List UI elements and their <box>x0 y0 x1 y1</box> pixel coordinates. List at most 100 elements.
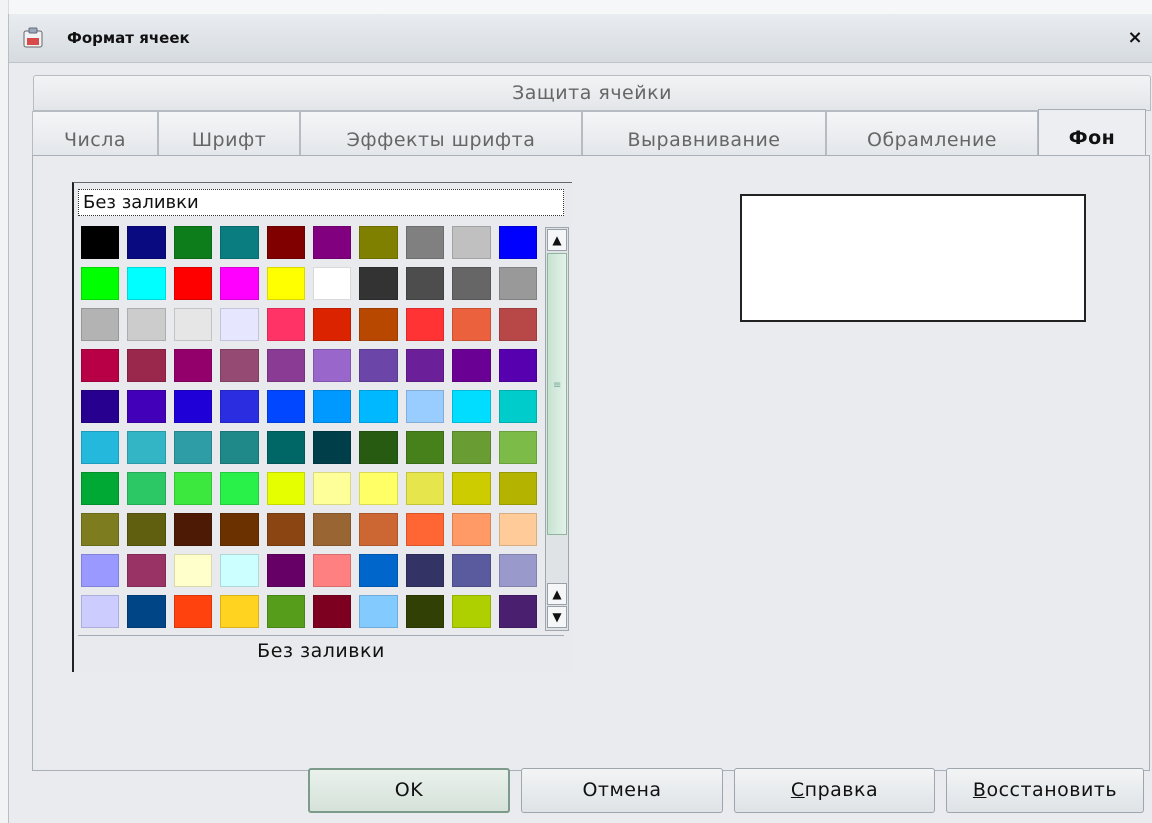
color-scrollbar[interactable]: ▲ ≡ ▲ ▼ <box>545 227 569 631</box>
color-swatch[interactable] <box>264 223 310 264</box>
color-swatch[interactable] <box>171 428 217 469</box>
color-swatch[interactable] <box>310 223 356 264</box>
color-swatch[interactable] <box>449 223 495 264</box>
tab-cell-protection[interactable]: Защита ячейки <box>33 75 1151 111</box>
color-swatch[interactable] <box>356 428 402 469</box>
color-swatch[interactable] <box>217 387 263 428</box>
tab-font[interactable]: Шрифт <box>158 111 300 157</box>
color-swatch[interactable] <box>496 223 542 264</box>
color-swatch[interactable] <box>124 387 170 428</box>
color-swatch[interactable] <box>403 223 449 264</box>
color-swatch[interactable] <box>403 387 449 428</box>
color-swatch[interactable] <box>264 428 310 469</box>
color-swatch[interactable] <box>449 305 495 346</box>
color-swatch[interactable] <box>78 428 124 469</box>
color-swatch[interactable] <box>78 346 124 387</box>
color-swatch[interactable] <box>449 428 495 469</box>
color-swatch[interactable] <box>217 551 263 592</box>
color-swatch[interactable] <box>124 305 170 346</box>
color-swatch[interactable] <box>264 551 310 592</box>
color-swatch[interactable] <box>356 223 402 264</box>
close-icon[interactable]: × <box>1123 26 1147 50</box>
color-swatch[interactable] <box>217 223 263 264</box>
color-swatch[interactable] <box>78 305 124 346</box>
color-swatch[interactable] <box>264 264 310 305</box>
color-swatch[interactable] <box>310 305 356 346</box>
color-swatch[interactable] <box>403 551 449 592</box>
color-swatch[interactable] <box>124 592 170 633</box>
color-swatch[interactable] <box>496 428 542 469</box>
color-swatch[interactable] <box>403 510 449 551</box>
color-swatch[interactable] <box>171 223 217 264</box>
color-swatch[interactable] <box>496 305 542 346</box>
color-swatch[interactable] <box>403 264 449 305</box>
color-swatch[interactable] <box>356 305 402 346</box>
scroll-up-icon[interactable]: ▲ <box>547 229 567 251</box>
scroll-thumb[interactable]: ≡ <box>547 253 567 535</box>
color-swatch[interactable] <box>124 346 170 387</box>
color-swatch[interactable] <box>496 469 542 510</box>
color-swatch[interactable] <box>449 387 495 428</box>
color-swatch[interactable] <box>310 387 356 428</box>
color-swatch[interactable] <box>356 469 402 510</box>
scroll-up-icon[interactable]: ▲ <box>547 583 567 605</box>
color-swatch[interactable] <box>171 510 217 551</box>
color-swatch[interactable] <box>217 469 263 510</box>
color-swatch[interactable] <box>356 346 402 387</box>
color-swatch[interactable] <box>496 551 542 592</box>
color-swatch[interactable] <box>124 264 170 305</box>
color-swatch[interactable] <box>171 551 217 592</box>
color-swatch[interactable] <box>496 264 542 305</box>
color-swatch[interactable] <box>124 223 170 264</box>
color-swatch[interactable] <box>496 592 542 633</box>
color-swatch[interactable] <box>171 387 217 428</box>
color-swatch[interactable] <box>403 346 449 387</box>
color-swatch[interactable] <box>171 264 217 305</box>
color-swatch[interactable] <box>496 387 542 428</box>
tab-numbers[interactable]: Числа <box>32 111 158 157</box>
color-swatch[interactable] <box>171 592 217 633</box>
color-swatch[interactable] <box>356 510 402 551</box>
color-swatch[interactable] <box>356 592 402 633</box>
color-swatch[interactable] <box>496 346 542 387</box>
color-swatch[interactable] <box>496 510 542 551</box>
color-swatch[interactable] <box>217 510 263 551</box>
color-swatch[interactable] <box>124 551 170 592</box>
tab-font-effects[interactable]: Эффекты шрифта <box>300 111 582 157</box>
color-swatch[interactable] <box>449 510 495 551</box>
color-swatch[interactable] <box>217 305 263 346</box>
color-swatch[interactable] <box>264 510 310 551</box>
color-swatch[interactable] <box>356 551 402 592</box>
color-swatch[interactable] <box>217 346 263 387</box>
color-swatch[interactable] <box>217 264 263 305</box>
color-swatch[interactable] <box>264 387 310 428</box>
color-swatch[interactable] <box>356 264 402 305</box>
selected-color-field[interactable]: Без заливки <box>78 189 564 216</box>
color-swatch[interactable] <box>403 305 449 346</box>
color-swatch[interactable] <box>403 592 449 633</box>
color-swatch[interactable] <box>124 510 170 551</box>
color-swatch[interactable] <box>264 305 310 346</box>
reset-button[interactable]: Восстановить <box>946 768 1144 813</box>
color-swatch[interactable] <box>217 428 263 469</box>
color-swatch[interactable] <box>310 264 356 305</box>
color-swatch[interactable] <box>171 346 217 387</box>
color-swatch[interactable] <box>78 264 124 305</box>
tab-alignment[interactable]: Выравнивание <box>582 111 826 157</box>
color-swatch[interactable] <box>310 428 356 469</box>
color-swatch[interactable] <box>356 387 402 428</box>
color-swatch[interactable] <box>171 469 217 510</box>
color-swatch[interactable] <box>310 346 356 387</box>
ok-button[interactable]: OK <box>308 768 510 813</box>
color-swatch[interactable] <box>310 469 356 510</box>
color-swatch[interactable] <box>78 469 124 510</box>
color-swatch[interactable] <box>264 592 310 633</box>
color-swatch[interactable] <box>217 592 263 633</box>
color-swatch[interactable] <box>449 264 495 305</box>
color-swatch[interactable] <box>449 469 495 510</box>
color-swatch[interactable] <box>78 223 124 264</box>
color-swatch[interactable] <box>310 592 356 633</box>
color-swatch[interactable] <box>78 551 124 592</box>
color-swatch[interactable] <box>310 510 356 551</box>
color-swatch[interactable] <box>124 428 170 469</box>
